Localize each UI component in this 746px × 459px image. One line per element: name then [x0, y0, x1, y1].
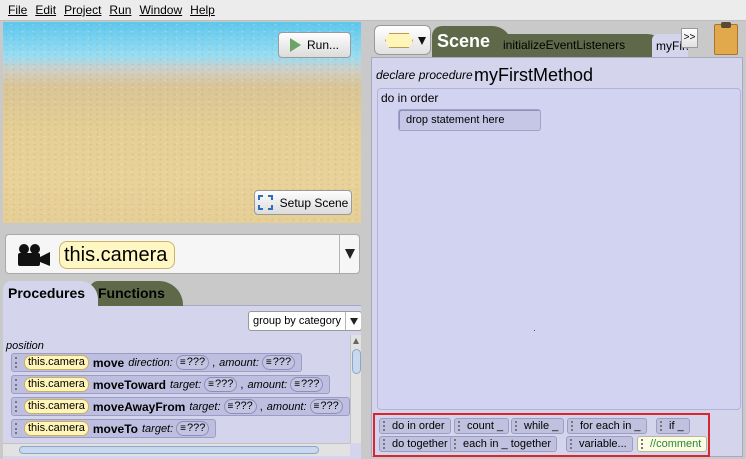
chevron-down-icon: [418, 37, 426, 45]
menu-bar: File Edit Project Run Window Help: [0, 0, 746, 21]
chevron-down-icon: [345, 312, 361, 330]
object-tile: this.camera: [24, 377, 89, 392]
procedures-panel: group by category position this.camera m…: [3, 305, 361, 459]
declare-procedure-label: declare procedure: [376, 68, 473, 82]
param-value[interactable]: ???: [223, 399, 257, 414]
control-count[interactable]: count _: [454, 418, 510, 434]
group-by-select[interactable]: group by category: [248, 311, 361, 331]
method-title[interactable]: myFirstMethod: [474, 65, 593, 86]
menu-edit[interactable]: Edit: [35, 3, 56, 17]
play-icon: [289, 38, 301, 52]
scroll-thumb[interactable]: [352, 349, 361, 374]
procedures-horizontal-scrollbar[interactable]: [3, 443, 350, 456]
vertical-splitter[interactable]: [362, 22, 370, 459]
chevron-down-icon[interactable]: [339, 235, 359, 273]
scroll-up-icon[interactable]: [353, 338, 359, 344]
param-label: amount:: [247, 378, 288, 391]
menu-project[interactable]: Project: [64, 3, 101, 17]
control-do-in-order[interactable]: do in order: [379, 418, 451, 434]
object-tile: this.camera: [24, 421, 89, 436]
param-value[interactable]: ???: [204, 377, 238, 392]
horizontal-splitter[interactable]: [3, 223, 361, 231]
setup-scene-button[interactable]: Setup Scene: [254, 190, 352, 215]
param-value[interactable]: ???: [309, 399, 343, 414]
param-label: amount:: [266, 400, 307, 413]
run-button-label: Run...: [306, 38, 339, 52]
run-button[interactable]: Run...: [278, 32, 351, 58]
camera-icon: [18, 244, 50, 266]
section-label: position: [6, 340, 44, 352]
object-tile: this.camera: [24, 399, 89, 414]
control-palette: do in order count _ while _ for each in …: [373, 413, 710, 457]
menu-run[interactable]: Run: [109, 3, 131, 17]
camera-label: this.camera: [59, 241, 175, 269]
type-selector-button[interactable]: [374, 25, 431, 55]
setup-scene-icon: [257, 195, 273, 210]
control-for-each-in[interactable]: for each in _: [567, 418, 647, 434]
object-tile: this.camera: [24, 355, 89, 370]
method-name: moveTo: [92, 421, 138, 436]
param-label: target:: [189, 400, 221, 413]
menu-help[interactable]: Help: [190, 3, 215, 17]
menu-window[interactable]: Window: [139, 3, 182, 17]
do-in-order-label: do in order: [381, 91, 439, 105]
param-value[interactable]: ???: [290, 377, 324, 392]
procedure-tile[interactable]: this.camera moveTo target: ???: [11, 419, 217, 438]
instance-selector[interactable]: this.camera: [5, 234, 360, 274]
group-by-value: group by category: [253, 315, 342, 327]
procedure-tile[interactable]: this.camera move direction: ??? , amount…: [11, 353, 303, 372]
tab-initialize-event-listeners[interactable]: initializeEventListeners: [497, 34, 667, 57]
param-label: direction:: [128, 356, 173, 369]
method-name: move: [92, 355, 125, 370]
control-variable[interactable]: variable...: [566, 436, 633, 452]
tab-functions[interactable]: Functions: [90, 281, 183, 306]
param-value[interactable]: ???: [176, 421, 210, 436]
menu-file[interactable]: File: [8, 3, 27, 17]
param-label: amount:: [219, 356, 259, 369]
control-do-together[interactable]: do together: [379, 436, 454, 452]
scroll-thumb[interactable]: [19, 446, 319, 454]
control-if[interactable]: if _: [656, 418, 690, 434]
code-editor: declare procedure myFirstMethod do in or…: [371, 57, 743, 457]
procedures-vertical-scrollbar[interactable]: [350, 335, 361, 443]
type-hexagon-icon: [385, 33, 413, 48]
param-label: target:: [169, 378, 202, 391]
tab-procedures[interactable]: Procedures: [3, 281, 98, 306]
control-while[interactable]: while _: [511, 418, 565, 434]
method-name: moveToward: [92, 377, 166, 392]
do-in-order-block[interactable]: do in order drop statement here: [377, 88, 741, 410]
param-label: target:: [141, 422, 174, 435]
procedure-tile[interactable]: this.camera moveToward target: ??? , amo…: [11, 375, 331, 394]
drop-statement-target[interactable]: drop statement here: [398, 109, 541, 131]
procedure-tile[interactable]: this.camera moveAwayFrom target: ??? , a…: [11, 397, 350, 416]
method-name: moveAwayFrom: [92, 399, 186, 414]
more-tabs-button[interactable]: >>: [681, 28, 698, 48]
param-value[interactable]: ???: [175, 355, 210, 370]
clipboard-icon[interactable]: [714, 22, 738, 55]
setup-scene-label: Setup Scene: [279, 195, 349, 210]
param-value[interactable]: ???: [261, 355, 296, 370]
control-comment[interactable]: //comment: [637, 436, 708, 452]
control-each-in-together[interactable]: each in _ together: [450, 436, 558, 452]
